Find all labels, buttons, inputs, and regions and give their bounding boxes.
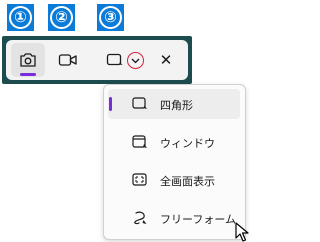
rectangle-snip-icon (106, 53, 123, 66)
step-badge-1: ① (7, 4, 34, 31)
menu-item-label: フリーフォーム (160, 213, 237, 226)
fullscreen-mode-icon (132, 173, 147, 186)
menu-item-rectangle[interactable]: 四角形 (108, 89, 240, 119)
step-badge-3: ③ (97, 4, 124, 31)
step-badge-1-label: ① (9, 6, 32, 29)
close-button[interactable]: ✕ (149, 43, 183, 77)
freeform-mode-icon (134, 211, 147, 225)
step-badge-2: ② (48, 4, 75, 31)
capture-toolbar: ✕ (2, 36, 192, 84)
camera-icon (20, 53, 36, 67)
chevron-down-icon (131, 58, 140, 63)
snip-mode-dropdown-highlight[interactable] (127, 52, 144, 69)
menu-item-label: 全画面表示 (160, 175, 215, 188)
snipping-tool-screenshot: ① ② ③ ✕ 四角形 ウィンドウ 全画面表示 フリーフォーム (0, 0, 251, 242)
video-mode-button[interactable] (51, 43, 85, 77)
snip-mode-menu: 四角形 ウィンドウ 全画面表示 フリーフォーム (103, 84, 246, 240)
capture-toolbar-panel: ✕ (6, 40, 188, 80)
selected-indicator (109, 97, 112, 111)
step-badge-3-label: ③ (99, 6, 122, 29)
photo-mode-button[interactable] (11, 43, 45, 77)
rectangle-mode-icon (132, 97, 147, 109)
window-mode-icon (132, 135, 147, 148)
active-mode-indicator (20, 73, 36, 76)
mouse-cursor-icon (235, 222, 249, 242)
step-badge-2-label: ② (50, 6, 73, 29)
menu-item-freeform[interactable]: フリーフォーム (108, 203, 240, 233)
close-icon: ✕ (159, 51, 173, 69)
video-camera-icon (58, 54, 77, 66)
menu-item-label: ウィンドウ (160, 137, 215, 150)
menu-item-fullscreen[interactable]: 全画面表示 (108, 165, 240, 195)
menu-item-window[interactable]: ウィンドウ (108, 127, 240, 157)
menu-item-label: 四角形 (160, 99, 193, 112)
